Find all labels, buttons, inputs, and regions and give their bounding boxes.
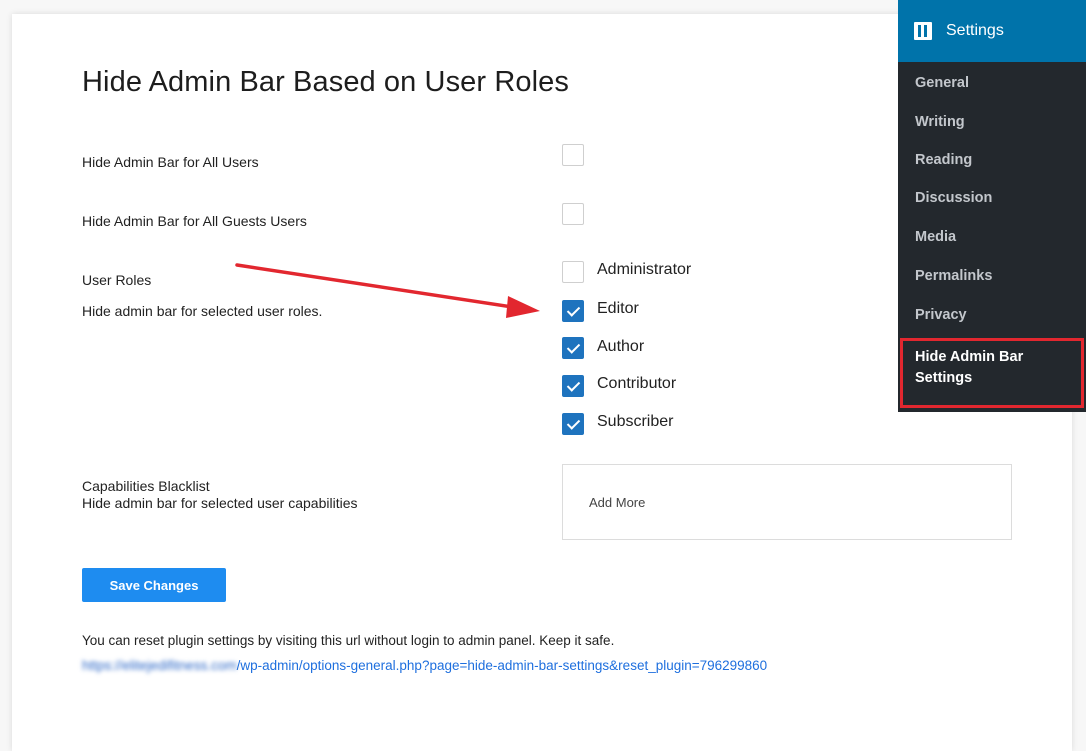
reset-url-link[interactable]: https://elitejedifitness.com/wp-admin/op… (82, 658, 767, 673)
sidebar-item-media[interactable]: Media (915, 229, 956, 245)
capabilities-description: Hide admin bar for selected user capabil… (82, 495, 358, 511)
sidebar-title: Settings (946, 22, 1004, 39)
reset-url-path: /wp-admin/options-general.php?page=hide-… (236, 658, 768, 673)
sidebar-settings-header[interactable]: Settings (898, 0, 1086, 62)
annotation-highlight-box (900, 338, 1084, 408)
capabilities-placeholder: Add More (589, 495, 646, 510)
sidebar-item-discussion[interactable]: Discussion (915, 190, 992, 206)
settings-icon (914, 22, 932, 40)
capabilities-input[interactable]: Add More (562, 464, 1012, 540)
capabilities-label: Capabilities Blacklist (82, 478, 210, 494)
sidebar-item-general[interactable]: General (915, 75, 969, 91)
reset-instructions: You can reset plugin settings by visitin… (82, 633, 615, 648)
save-changes-button[interactable]: Save Changes (82, 568, 226, 602)
sidebar-item-writing[interactable]: Writing (915, 114, 965, 130)
sidebar-item-reading[interactable]: Reading (915, 152, 972, 168)
sidebar-item-permalinks[interactable]: Permalinks (915, 268, 992, 284)
reset-url-domain: https://elitejedifitness.com (82, 658, 237, 673)
sidebar-item-privacy[interactable]: Privacy (915, 307, 967, 323)
